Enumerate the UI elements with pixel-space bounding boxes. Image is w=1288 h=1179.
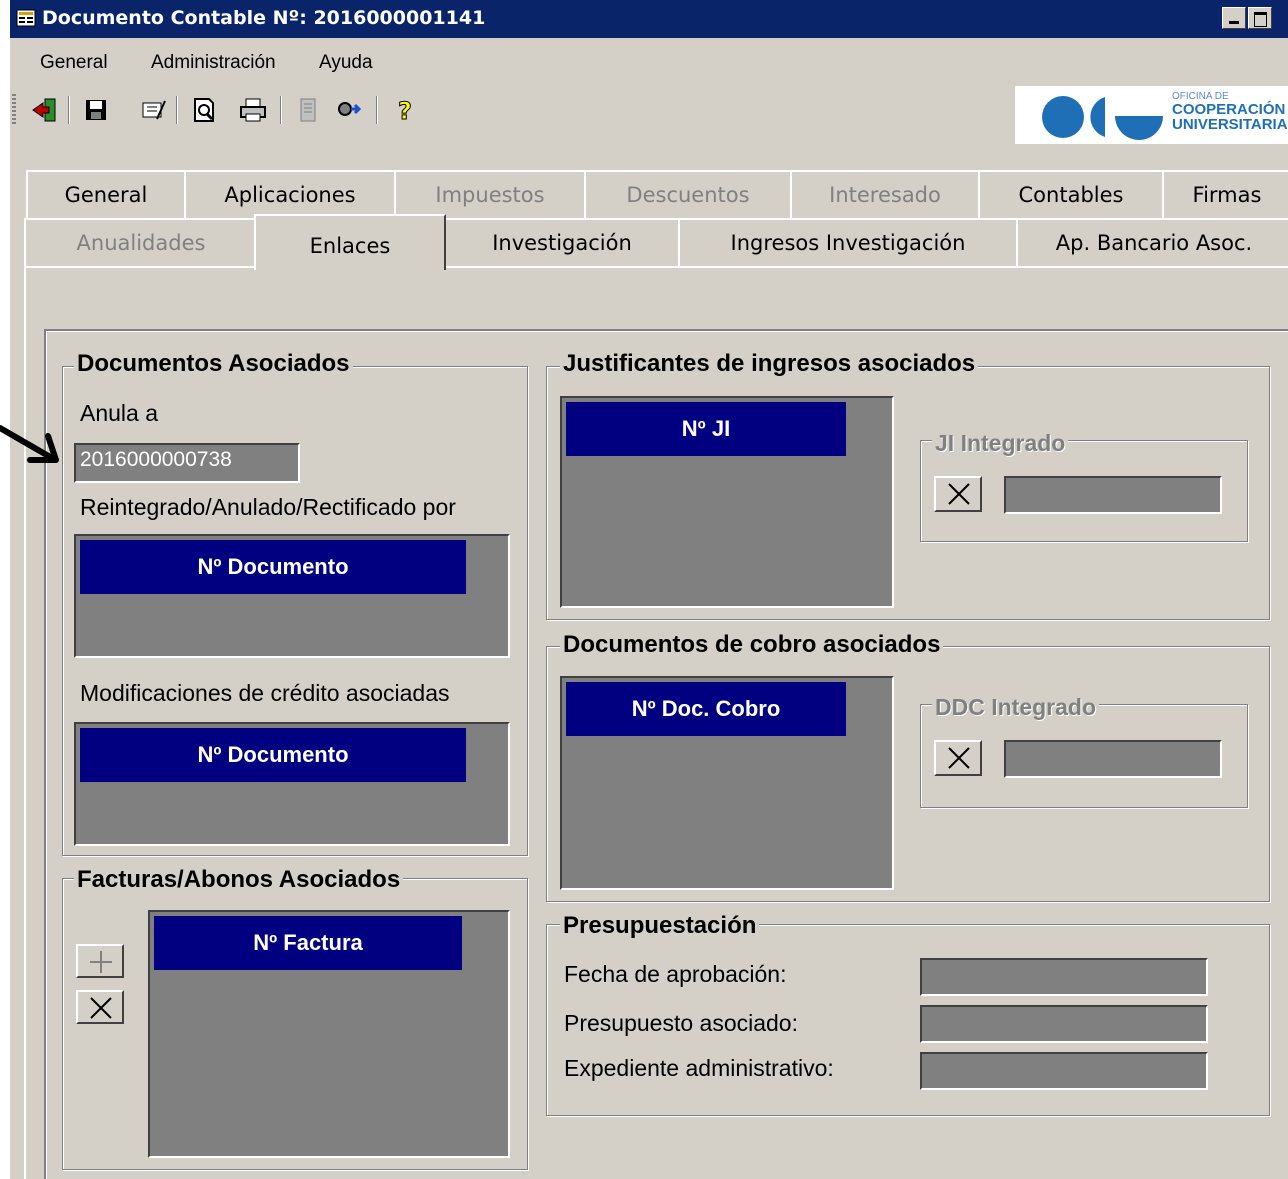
ji-integrado-field[interactable] bbox=[1004, 476, 1222, 514]
anula-a-label: Anula a bbox=[80, 400, 159, 426]
plus-icon bbox=[90, 951, 112, 973]
tab-enlaces[interactable]: Enlaces bbox=[254, 214, 446, 270]
toolbar-separator bbox=[376, 96, 378, 124]
ddc-integrado-title: DDC Integrado bbox=[932, 694, 1099, 720]
modificaciones-label: Modificaciones de crédito asociadas bbox=[80, 680, 450, 706]
menu-administracion[interactable]: Administración bbox=[151, 52, 276, 74]
justificantes-grid[interactable]: Nº JI bbox=[560, 396, 894, 608]
toolbar-separator bbox=[176, 96, 178, 124]
tab-anualidades[interactable]: Anualidades bbox=[24, 218, 258, 266]
annotation-arrow-icon bbox=[0, 425, 59, 463]
search-button[interactable] bbox=[332, 94, 366, 126]
logo-text: OFICINA DE COOPERACIÓN UNIVERSITARIA bbox=[1172, 91, 1288, 133]
document-icon bbox=[300, 98, 316, 122]
document-button[interactable] bbox=[292, 94, 326, 126]
ddc-integrado-field[interactable] bbox=[1004, 740, 1222, 778]
edit-button[interactable] bbox=[136, 94, 170, 126]
expediente-administrativo-field[interactable] bbox=[920, 1052, 1208, 1090]
close-icon bbox=[948, 747, 970, 769]
tab-investigacion[interactable]: Investigación bbox=[444, 218, 680, 266]
column-header-n-documento[interactable]: Nº Documento bbox=[80, 540, 466, 594]
clear-ji-button[interactable] bbox=[934, 476, 982, 512]
tab-ap-bancario-asoc[interactable]: Ap. Bancario Asoc. bbox=[1016, 218, 1288, 266]
presupuesto-asociado-field[interactable] bbox=[920, 1005, 1208, 1043]
save-icon bbox=[86, 100, 106, 120]
column-header-n-documento[interactable]: Nº Documento bbox=[80, 728, 466, 782]
modificaciones-grid[interactable]: Nº Documento bbox=[74, 722, 510, 846]
expediente-administrativo-label: Expediente administrativo: bbox=[564, 1055, 834, 1081]
tab-interesado[interactable]: Interesado bbox=[790, 170, 980, 218]
column-header-n-ji[interactable]: Nº JI bbox=[566, 402, 846, 456]
logo: OFICINA DE COOPERACIÓN UNIVERSITARIA bbox=[1015, 86, 1288, 144]
print-icon bbox=[240, 98, 266, 122]
clear-ddc-button[interactable] bbox=[934, 740, 982, 776]
search-icon bbox=[338, 102, 362, 116]
tab-descuentos[interactable]: Descuentos bbox=[584, 170, 792, 218]
tab-impuestos[interactable]: Impuestos bbox=[394, 170, 586, 218]
menu-general[interactable]: General bbox=[40, 52, 108, 74]
logo-mark-icon bbox=[1042, 96, 1163, 140]
group-justificantes-title: Justificantes de ingresos asociados bbox=[560, 350, 979, 378]
tab-contables[interactable]: Contables bbox=[978, 170, 1164, 218]
cobro-grid[interactable]: Nº Doc. Cobro bbox=[560, 676, 894, 890]
exit-icon bbox=[32, 98, 56, 122]
maximize-button[interactable] bbox=[1248, 7, 1272, 29]
help-icon: ? bbox=[398, 97, 413, 123]
edit-icon bbox=[142, 100, 166, 120]
app-icon bbox=[16, 9, 36, 27]
menu-ayuda[interactable]: Ayuda bbox=[319, 52, 373, 74]
fecha-aprobacion-field[interactable] bbox=[920, 958, 1208, 996]
save-button[interactable] bbox=[80, 94, 114, 126]
menu-bar: General Administración Ayuda bbox=[10, 40, 1288, 86]
group-documentos-cobro-title: Documentos de cobro asociados bbox=[560, 631, 944, 659]
close-icon bbox=[948, 483, 970, 505]
tab-firmas[interactable]: Firmas bbox=[1162, 170, 1288, 218]
toolbar-separator bbox=[280, 96, 282, 124]
document-window: Documento Contable Nº: 2016000001141 Gen… bbox=[10, 0, 1288, 1179]
tab-aplicaciones[interactable]: Aplicaciones bbox=[184, 170, 396, 218]
reintegrado-grid[interactable]: Nº Documento bbox=[74, 534, 510, 658]
group-presupuestacion-title: Presupuestación bbox=[560, 912, 760, 940]
print-button[interactable] bbox=[236, 94, 270, 126]
print-preview-icon bbox=[194, 98, 214, 122]
presupuesto-asociado-label: Presupuesto asociado: bbox=[564, 1010, 798, 1036]
add-factura-button[interactable] bbox=[76, 944, 124, 978]
column-header-n-factura[interactable]: Nº Factura bbox=[154, 916, 462, 970]
tab-ingresos-investigacion[interactable]: Ingresos Investigación bbox=[678, 218, 1018, 266]
reintegrado-label: Reintegrado/Anulado/Rectificado por bbox=[80, 494, 456, 520]
fecha-aprobacion-label: Fecha de aprobación: bbox=[564, 961, 787, 987]
exit-button[interactable] bbox=[28, 94, 62, 126]
window-title: Documento Contable Nº: 2016000001141 bbox=[42, 7, 486, 29]
toolbar-grip[interactable] bbox=[12, 94, 16, 124]
close-icon bbox=[90, 997, 112, 1019]
tab-general[interactable]: General bbox=[26, 170, 186, 218]
title-bar[interactable]: Documento Contable Nº: 2016000001141 bbox=[10, 0, 1288, 38]
remove-factura-button[interactable] bbox=[76, 990, 124, 1024]
group-facturas-title: Facturas/Abonos Asociados bbox=[74, 866, 404, 894]
svg-text:?: ? bbox=[398, 97, 412, 123]
minimize-button[interactable] bbox=[1222, 7, 1246, 29]
help-button[interactable]: ? bbox=[388, 94, 422, 126]
group-documentos-asociados-title: Documentos Asociados bbox=[74, 350, 353, 378]
print-preview-button[interactable] bbox=[188, 94, 222, 126]
ji-integrado-title: JI Integrado bbox=[932, 430, 1069, 456]
facturas-grid[interactable]: Nº Factura bbox=[148, 910, 510, 1158]
column-header-n-doc-cobro[interactable]: Nº Doc. Cobro bbox=[566, 682, 846, 736]
anula-a-field[interactable]: 2016000000738 bbox=[74, 443, 300, 483]
toolbar-separator bbox=[68, 96, 70, 124]
